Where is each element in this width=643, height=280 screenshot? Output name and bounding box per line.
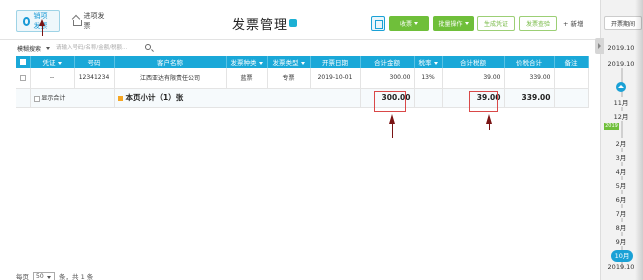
month-item[interactable]: 11月 — [604, 97, 638, 107]
amount-header: 合计金额 — [360, 56, 415, 68]
search-input[interactable] — [56, 42, 152, 53]
tab-label: 进项发票 — [83, 12, 105, 30]
pagination-suffix: 条，共 1 条 — [59, 273, 94, 280]
month-item[interactable]: 8月 — [604, 222, 638, 232]
note-cell — [554, 68, 589, 89]
home-icon — [72, 17, 82, 26]
table-row[interactable]: -- 12341234 江西亚达有限责任公司 蓝票 专票 2019-10-01 … — [16, 68, 589, 89]
tax-cell: 39.00 — [442, 68, 505, 89]
tax-header: 合计税额 — [442, 56, 505, 68]
arrow-up-icon[interactable] — [616, 82, 626, 92]
select-all-header[interactable] — [16, 56, 31, 68]
highlight-box-amount — [374, 91, 406, 112]
month-item[interactable]: 12月 — [604, 111, 638, 121]
month-item[interactable]: 2月 — [604, 138, 638, 148]
circle-icon — [23, 16, 31, 26]
generate-voucher-label: 生成凭证 — [483, 21, 508, 28]
record-button-label: 收票 — [399, 21, 412, 28]
page-title: 发票管理 — [232, 18, 289, 33]
chevron-down-icon — [57, 61, 62, 65]
header-label: 发票类型 — [272, 59, 299, 67]
tax-rate-cell: 13% — [414, 68, 443, 89]
invoice-check-label: 发票查验 — [525, 21, 550, 28]
summary-spacer — [16, 88, 31, 108]
total-header: 价税合计 — [504, 56, 555, 68]
month-item-current[interactable]: 10月 — [611, 250, 633, 262]
number-cell: 12341234 — [74, 68, 115, 89]
summary-total: 339.00 — [504, 88, 555, 108]
record-button[interactable]: 收票 — [389, 16, 429, 31]
new-button[interactable]: + 新增 — [563, 18, 584, 28]
month-item[interactable]: 3月 — [604, 152, 638, 162]
calculator-icon[interactable] — [371, 16, 385, 31]
customer-cell: 江西亚达有限责任公司 — [114, 68, 227, 89]
annotation-arrow-line — [392, 122, 393, 138]
month-item[interactable]: 9月 — [604, 236, 638, 246]
invoice-type-cell: 专票 — [267, 68, 311, 89]
month-item[interactable]: 6月 — [604, 194, 638, 204]
search-label: 模糊搜索 — [17, 46, 42, 53]
open-period-label: 开票期间 — [610, 20, 635, 28]
summary-row: 显示合计 本页小计（1）张 300.00 39.00 339.00 — [16, 88, 589, 108]
invoice-check-button[interactable]: 发票查验 — [519, 16, 557, 31]
summary-spacer — [554, 88, 589, 108]
header-label: 税率 — [418, 59, 432, 67]
table-header: 凭证 号码 客户名称 发票种类 发票类型 开票日期 合计金额 税率 合计税额 价… — [16, 56, 589, 68]
note-header: 备注 — [554, 56, 589, 68]
month-item[interactable]: 7月 — [604, 208, 638, 218]
subtotal-label: 本页小计（1）张 — [125, 93, 184, 102]
page-size-select[interactable]: 50 — [33, 271, 55, 280]
subtotal-cell: 本页小计（1）张 — [114, 88, 361, 108]
invoice-type-header[interactable]: 发票类型 — [267, 56, 311, 68]
help-icon[interactable] — [289, 19, 297, 27]
tab-sales-invoice[interactable]: 销项发票 — [16, 10, 60, 32]
summary-total-value: 339.00 — [521, 93, 551, 102]
pagination: 每页 50 条，共 1 条 — [16, 271, 93, 280]
row-checkbox[interactable] — [19, 74, 26, 81]
month-item[interactable]: 5月 — [604, 180, 638, 190]
tab-purchase-invoice[interactable]: 进项发票 — [66, 10, 116, 32]
batch-operation-button[interactable]: 批量操作 — [433, 16, 474, 31]
chevron-down-icon[interactable] — [46, 47, 50, 50]
month-item[interactable]: 4月 — [604, 166, 638, 176]
batch-button-label: 批量操作 — [438, 21, 463, 28]
invoice-kind-cell: 蓝票 — [226, 68, 268, 89]
header-label: 凭证 — [42, 59, 56, 67]
generate-voucher-button[interactable]: 生成凭证 — [477, 16, 515, 31]
edge-shadow — [635, 0, 643, 280]
invoice-table: 凭证 号码 客户名称 发票种类 发票类型 开票日期 合计金额 税率 合计税额 价… — [16, 56, 589, 108]
summary-icon — [117, 96, 123, 101]
show-total-checkbox[interactable] — [33, 95, 40, 102]
date-cell: 2019-10-01 — [310, 68, 361, 89]
top-bar: 销项发票 进项发票 发票管理 收票 批量操作 生成凭证 发票查验 + 新增 — [0, 0, 600, 40]
chevron-down-icon — [258, 61, 263, 65]
highlight-box-tax — [469, 91, 498, 112]
voucher-header[interactable]: 凭证 — [30, 56, 75, 68]
show-total-label: 显示合计 — [41, 95, 66, 102]
row-select[interactable] — [16, 68, 31, 89]
search-row: 模糊搜索 — [0, 40, 600, 56]
chevron-down-icon — [414, 22, 418, 25]
select-all-checkbox[interactable] — [19, 59, 26, 65]
annotation-arrow-line — [489, 122, 490, 130]
chevron-down-icon — [433, 61, 438, 65]
total-cell: 339.00 — [504, 68, 555, 89]
amount-cell: 300.00 — [360, 68, 415, 89]
search-icon[interactable] — [145, 44, 151, 50]
tax-rate-header[interactable]: 税率 — [414, 56, 443, 68]
invoice-kind-header[interactable]: 发票种类 — [226, 56, 268, 68]
new-button-label: + 新增 — [563, 20, 584, 28]
chevron-down-icon — [464, 22, 469, 25]
header-label: 发票种类 — [230, 59, 257, 67]
date-header: 开票日期 — [310, 56, 361, 68]
pagination-prefix: 每页 — [16, 273, 29, 280]
chevron-down-icon — [300, 61, 305, 65]
year-tag: 2019 — [604, 123, 619, 130]
summary-spacer — [414, 88, 443, 108]
customer-header: 客户名称 — [114, 56, 227, 68]
annotation-arrow-line — [42, 25, 43, 36]
number-header: 号码 — [74, 56, 115, 68]
show-total-toggle[interactable]: 显示合计 — [30, 88, 115, 108]
voucher-cell[interactable]: -- — [30, 68, 75, 89]
